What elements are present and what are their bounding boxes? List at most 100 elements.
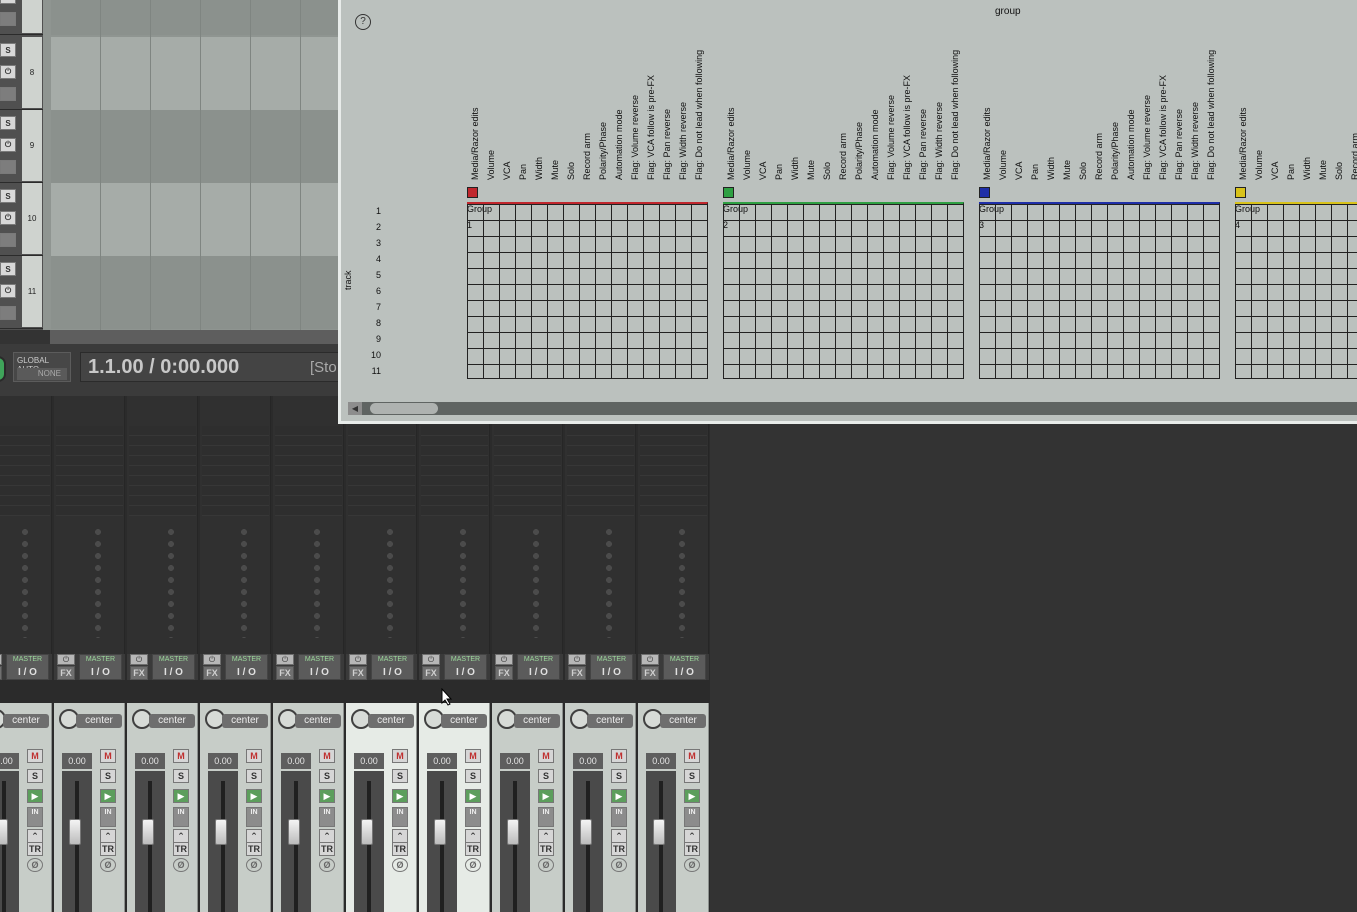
- volume-fader[interactable]: [354, 771, 384, 912]
- solo-button[interactable]: S: [538, 769, 554, 783]
- pan-value[interactable]: center: [222, 714, 268, 728]
- track-header-row[interactable]: S ⏻ 10: [0, 183, 43, 256]
- volume-value[interactable]: 0.00: [427, 753, 457, 769]
- group-matrix-cells[interactable]: [467, 202, 708, 379]
- fader-cap[interactable]: [361, 819, 373, 845]
- input-button[interactable]: IN: [684, 807, 700, 827]
- track-routing-button[interactable]: TR: [465, 842, 481, 856]
- fx-button[interactable]: FX: [203, 666, 221, 680]
- mixer-strip[interactable]: ⏻FX MASTER I / O center 0.00 MS ▶ IN ⌃TR Ø: [565, 396, 638, 912]
- track-header-row[interactable]: S ⏻ 9: [0, 110, 43, 183]
- fx-button[interactable]: FX: [422, 666, 440, 680]
- phase-button[interactable]: Ø: [246, 858, 262, 872]
- input-button[interactable]: IN: [392, 807, 408, 827]
- play-icon[interactable]: ▶: [319, 789, 335, 803]
- mute-button[interactable]: M: [538, 749, 554, 763]
- route-button[interactable]: MASTER I / O: [298, 654, 341, 680]
- track-routing-button[interactable]: TR: [246, 842, 262, 856]
- matrix-horizontal-scrollbar[interactable]: ◀: [348, 402, 1357, 415]
- volume-fader[interactable]: [281, 771, 311, 912]
- automation-button[interactable]: ⌃: [611, 829, 627, 843]
- mixer-strip[interactable]: ⏻FX MASTER I / O center 0.00 MS ▶ IN ⌃TR Ø: [419, 396, 492, 912]
- input-button[interactable]: [0, 12, 16, 26]
- input-button[interactable]: IN: [173, 807, 189, 827]
- solo-button[interactable]: S: [0, 116, 16, 130]
- fader-cap[interactable]: [653, 819, 665, 845]
- phase-button[interactable]: Ø: [538, 858, 554, 872]
- phase-button[interactable]: Ø: [465, 858, 481, 872]
- input-button[interactable]: [0, 87, 16, 101]
- pan-value[interactable]: center: [587, 714, 633, 728]
- route-button[interactable]: MASTER I / O: [79, 654, 122, 680]
- fader-cap[interactable]: [580, 819, 592, 845]
- volume-fader[interactable]: [427, 771, 457, 912]
- route-button[interactable]: MASTER I / O: [371, 654, 414, 680]
- volume-fader[interactable]: [646, 771, 676, 912]
- automation-button[interactable]: ⌃: [465, 829, 481, 843]
- input-button[interactable]: IN: [319, 807, 335, 827]
- global-auto-button[interactable]: GLOBAL AUTO NONE: [13, 352, 71, 382]
- automation-button[interactable]: ⌃: [27, 829, 43, 843]
- pan-value[interactable]: center: [295, 714, 341, 728]
- volume-value[interactable]: 0.00: [281, 753, 311, 769]
- fx-button[interactable]: FX: [57, 666, 75, 680]
- fx-bypass-button[interactable]: ⏻: [495, 654, 513, 665]
- arrange-view[interactable]: [43, 0, 340, 330]
- pan-value[interactable]: center: [441, 714, 487, 728]
- fx-button[interactable]: FX: [568, 666, 586, 680]
- play-icon[interactable]: ▶: [538, 789, 554, 803]
- help-icon[interactable]: ?: [355, 14, 371, 30]
- mixer-strip[interactable]: ⏻FX MASTER I / O center 0.00 MS ▶ IN ⌃TR Ø: [492, 396, 565, 912]
- fx-bypass-button[interactable]: ⏻: [568, 654, 586, 665]
- mixer-strip[interactable]: ⏻FX MASTER I / O center 0.00 MS ▶ IN ⌃TR Ø: [54, 396, 127, 912]
- track-header-row[interactable]: S ⏻ 8: [0, 37, 43, 110]
- volume-value[interactable]: 0.00: [135, 753, 165, 769]
- solo-button[interactable]: S: [0, 262, 16, 276]
- fx-rack[interactable]: [567, 426, 634, 516]
- fx-bypass-button[interactable]: ⏻: [276, 654, 294, 665]
- automation-button[interactable]: ⌃: [319, 829, 335, 843]
- track-lane[interactable]: [51, 0, 340, 35]
- fx-rack[interactable]: [494, 426, 561, 516]
- input-button[interactable]: IN: [246, 807, 262, 827]
- group-header[interactable]: Group 3: [979, 185, 1004, 230]
- fader-cap[interactable]: [434, 819, 446, 845]
- phase-button[interactable]: Ø: [27, 858, 43, 872]
- mute-button[interactable]: M: [392, 749, 408, 763]
- input-button[interactable]: [0, 306, 16, 320]
- automation-button[interactable]: ⌃: [392, 829, 408, 843]
- phase-button[interactable]: Ø: [611, 858, 627, 872]
- pan-value[interactable]: center: [660, 714, 706, 728]
- mute-button[interactable]: M: [319, 749, 335, 763]
- route-button[interactable]: MASTER I / O: [225, 654, 268, 680]
- fx-rack[interactable]: [0, 426, 50, 516]
- fx-rack[interactable]: [348, 426, 415, 516]
- phase-button[interactable]: Ø: [173, 858, 189, 872]
- group-header[interactable]: Group 2: [723, 185, 748, 230]
- mute-button[interactable]: M: [100, 749, 116, 763]
- mixer-strip[interactable]: ⏻FX MASTER I / O center 0.00 MS ▶ IN ⌃TR Ø: [127, 396, 200, 912]
- fx-bypass-button[interactable]: ⏻: [422, 654, 440, 665]
- input-button[interactable]: IN: [538, 807, 554, 827]
- fx-button[interactable]: FX: [641, 666, 659, 680]
- mute-button[interactable]: M: [246, 749, 262, 763]
- group-color-swatch[interactable]: [1235, 187, 1246, 198]
- mixer-strip[interactable]: ⏻FX MASTER I / O center 0.00 MS ▶ IN ⌃TR Ø: [273, 396, 346, 912]
- pan-value[interactable]: center: [514, 714, 560, 728]
- track-routing-button[interactable]: TR: [684, 842, 700, 856]
- automation-button[interactable]: ⌃: [246, 829, 262, 843]
- input-button[interactable]: IN: [100, 807, 116, 827]
- mute-button[interactable]: M: [27, 749, 43, 763]
- volume-fader[interactable]: [500, 771, 530, 912]
- mute-button[interactable]: M: [611, 749, 627, 763]
- fader-cap[interactable]: [288, 819, 300, 845]
- time-display[interactable]: 1.1.00 / 0:00.000 [Sto: [80, 352, 340, 382]
- power-button[interactable]: ⏻: [0, 0, 16, 4]
- mixer-strip[interactable]: ⏻FX MASTER I / O center 0.00 MS ▶ IN ⌃TR Ø: [200, 396, 273, 912]
- fader-cap[interactable]: [507, 819, 519, 845]
- input-button[interactable]: IN: [27, 807, 43, 827]
- track-lane[interactable]: [51, 256, 340, 329]
- fader-cap[interactable]: [69, 819, 81, 845]
- power-button[interactable]: ⏻: [0, 211, 16, 225]
- pan-value[interactable]: center: [368, 714, 414, 728]
